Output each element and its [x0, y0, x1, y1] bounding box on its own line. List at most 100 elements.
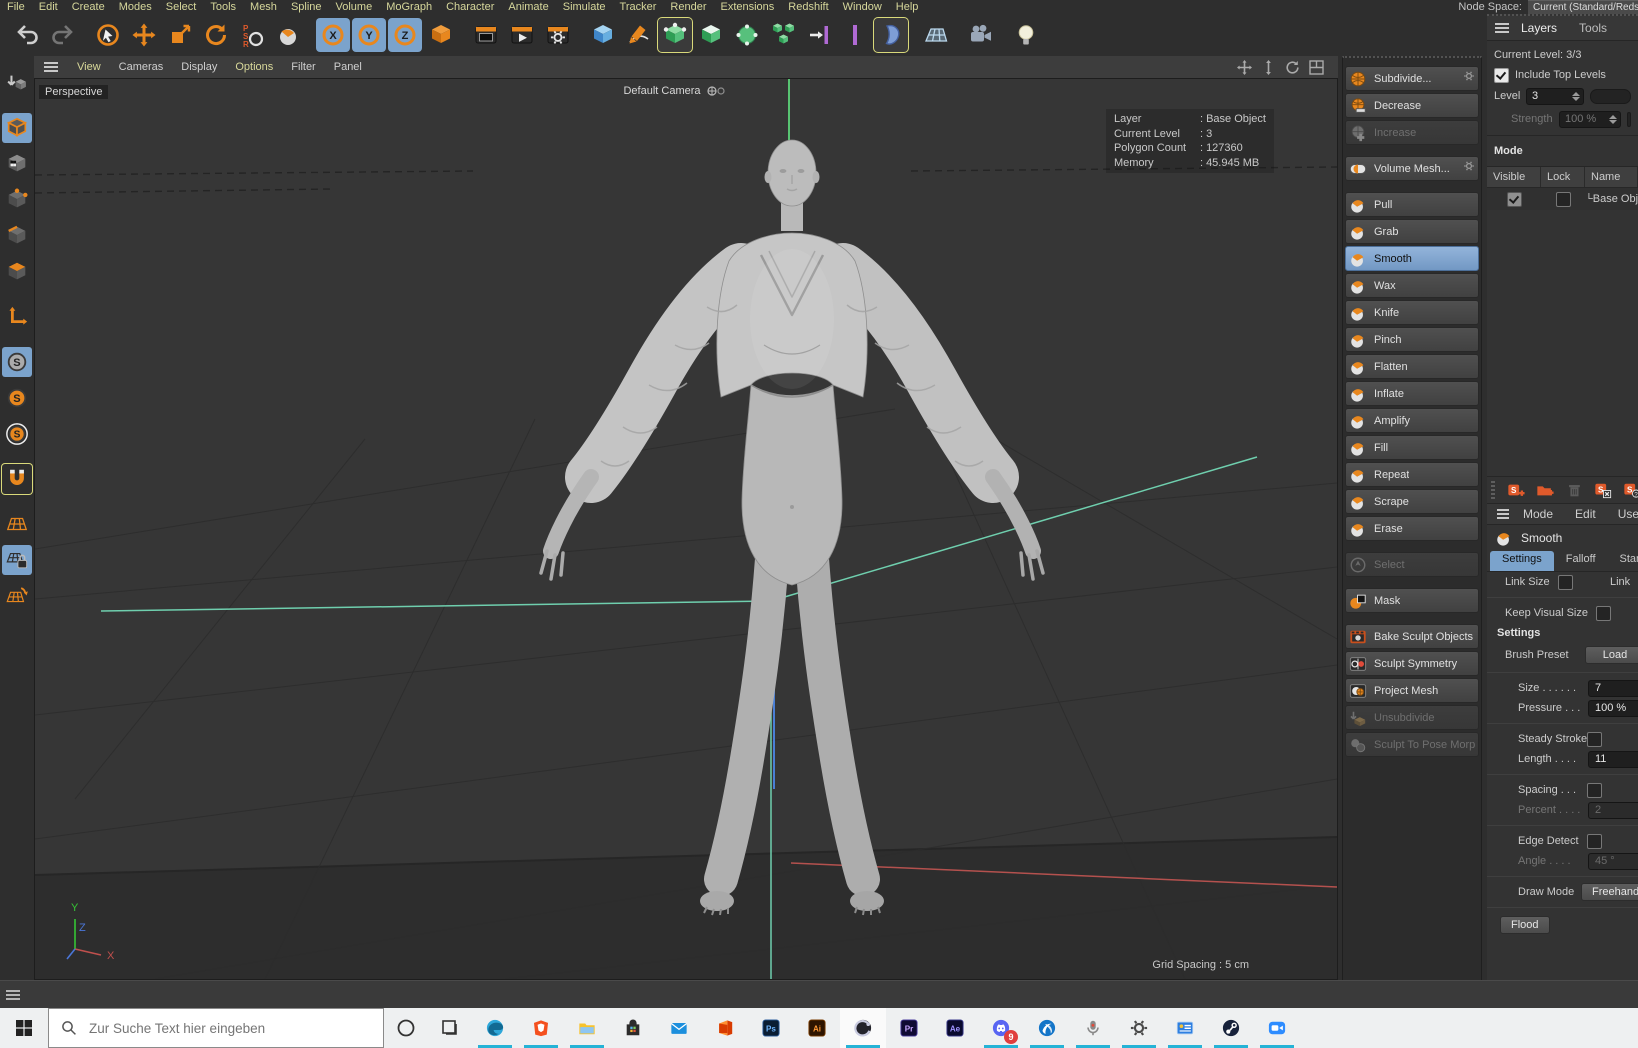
office-taskbar-button[interactable] [702, 1008, 748, 1048]
light-icon[interactable] [1009, 18, 1043, 52]
spacing-checkbox[interactable] [1587, 783, 1602, 798]
point-sphere-icon[interactable] [730, 18, 764, 52]
edge-taskbar-button[interactable] [472, 1008, 518, 1048]
edge-detect-checkbox[interactable] [1587, 834, 1602, 849]
smooth-button[interactable]: Smooth [1345, 246, 1479, 271]
search-input[interactable] [87, 1020, 361, 1037]
menu-animate[interactable]: Animate [501, 1, 555, 13]
discord-taskbar-button[interactable]: 9 [978, 1008, 1024, 1048]
menu-extensions[interactable]: Extensions [713, 1, 781, 13]
subdivide-button[interactable]: Subdivide... [1345, 66, 1479, 91]
tab-tools[interactable]: Tools [1579, 21, 1607, 35]
last-tool-icon[interactable] [271, 18, 305, 52]
spline-pen-icon[interactable] [622, 18, 656, 52]
control-panel-taskbar-button[interactable] [1162, 1008, 1208, 1048]
attributes-menu-icon[interactable] [1497, 507, 1509, 521]
volume-mesh-button[interactable]: Volume Mesh... [1345, 156, 1479, 181]
manager-menu-icon[interactable] [1495, 21, 1509, 35]
start-button[interactable] [0, 1008, 48, 1048]
size-field[interactable]: 7 [1588, 680, 1638, 697]
coordinate-system-icon[interactable] [424, 18, 458, 52]
subdivision-surface-icon[interactable] [658, 18, 692, 52]
level-slider[interactable] [1590, 89, 1631, 104]
taskbar-search[interactable] [48, 1008, 384, 1048]
inflate-button[interactable]: Inflate [1345, 381, 1479, 406]
pinch-button[interactable]: Pinch [1345, 327, 1479, 352]
texture-mode-icon[interactable] [2, 149, 32, 179]
mask-button[interactable]: Mask [1345, 588, 1479, 613]
move-icon[interactable] [127, 18, 161, 52]
orbit-view-icon[interactable] [1285, 60, 1300, 75]
point-mode-icon[interactable] [2, 185, 32, 215]
snap-icon[interactable] [802, 18, 836, 52]
draw-mode-dropdown[interactable]: Freehand [1581, 883, 1638, 901]
mail-taskbar-button[interactable] [656, 1008, 702, 1048]
menu-mesh[interactable]: Mesh [243, 1, 284, 13]
pressure-field[interactable]: 100 % [1588, 700, 1638, 717]
axis-mode-icon[interactable] [2, 302, 32, 332]
polygon-mode-icon[interactable] [2, 257, 32, 287]
voice-recorder-taskbar-button[interactable] [1070, 1008, 1116, 1048]
after-effects-taskbar-button[interactable]: Ae [932, 1008, 978, 1048]
modeling-cube-icon[interactable] [694, 18, 728, 52]
add-sculpt-folder-icon[interactable] [1533, 480, 1557, 500]
array-cubes-icon[interactable] [766, 18, 800, 52]
wax-button[interactable]: Wax [1345, 273, 1479, 298]
sculpt-brush-icon[interactable] [874, 18, 908, 52]
menu-redshift[interactable]: Redshift [781, 1, 835, 13]
tab-layers[interactable]: Layers [1521, 21, 1557, 35]
menu-volume[interactable]: Volume [329, 1, 380, 13]
menu-tools[interactable]: Tools [203, 1, 243, 13]
sculpt-object-icon[interactable]: S [2, 347, 32, 377]
menu-edit[interactable]: Edit [32, 1, 65, 13]
menu-create[interactable]: Create [65, 1, 112, 13]
level-stepper[interactable]: 3 [1526, 88, 1584, 105]
pull-button[interactable]: Pull [1345, 192, 1479, 217]
steam-taskbar-button[interactable] [1208, 1008, 1254, 1048]
scale-icon[interactable] [163, 18, 197, 52]
percent-field[interactable]: 2 [1588, 802, 1638, 819]
delete-icon[interactable] [1562, 480, 1586, 500]
visible-checkbox[interactable] [1507, 192, 1522, 207]
attributes-menu-mode[interactable]: Mode [1523, 507, 1553, 521]
pan-view-icon[interactable] [1237, 60, 1252, 75]
menu-window[interactable]: Window [836, 1, 889, 13]
cortana-button[interactable] [384, 1008, 428, 1048]
select-button[interactable]: Select [1345, 552, 1479, 577]
workplane-icon[interactable] [2, 509, 32, 539]
lock-z-icon[interactable]: Z [388, 18, 422, 52]
model-mode-icon[interactable] [2, 113, 32, 143]
guide-icon[interactable] [838, 18, 872, 52]
sculpt-layer-icon[interactable]: S [2, 383, 32, 413]
status-menu-icon[interactable] [6, 988, 20, 1002]
premiere-taskbar-button[interactable]: Pr [886, 1008, 932, 1048]
load-button[interactable]: Load [1585, 646, 1638, 664]
flatten-button[interactable]: Flatten [1345, 354, 1479, 379]
repeat-button[interactable]: Repeat [1345, 462, 1479, 487]
rotate-workplane-icon[interactable] [2, 581, 32, 611]
add-cube-icon[interactable] [586, 18, 620, 52]
menu-file[interactable]: File [0, 1, 32, 13]
viewport-menu-icon[interactable] [44, 60, 58, 74]
live-selection-icon[interactable] [91, 18, 125, 52]
grab-button[interactable]: Grab [1345, 219, 1479, 244]
length-field[interactable]: 11 [1588, 751, 1638, 768]
add-sculpt-layer-icon[interactable]: S [1504, 480, 1528, 500]
menu-simulate[interactable]: Simulate [556, 1, 613, 13]
scrape-button[interactable]: Scrape [1345, 489, 1479, 514]
strength-slider[interactable] [1627, 112, 1631, 127]
make-editable-icon[interactable] [2, 68, 32, 98]
sculpt-to-pose-morph-button[interactable]: Sculpt To Pose Morph [1345, 732, 1479, 757]
gear-icon[interactable] [1462, 69, 1476, 83]
undo-icon[interactable] [10, 18, 44, 52]
viewport-menu-view[interactable]: View [68, 61, 110, 73]
steady-stroke-checkbox[interactable] [1587, 732, 1602, 747]
viewport-menu-cameras[interactable]: Cameras [110, 61, 173, 73]
zoom-taskbar-button[interactable] [1254, 1008, 1300, 1048]
floor-grid-icon[interactable] [919, 18, 953, 52]
dolly-view-icon[interactable] [1261, 60, 1276, 75]
decrease-button[interactable]: Decrease [1345, 93, 1479, 118]
erase-button[interactable]: Erase [1345, 516, 1479, 541]
psr-icon[interactable]: PSR [235, 18, 269, 52]
camera-label[interactable]: Default Camera [595, 85, 755, 97]
